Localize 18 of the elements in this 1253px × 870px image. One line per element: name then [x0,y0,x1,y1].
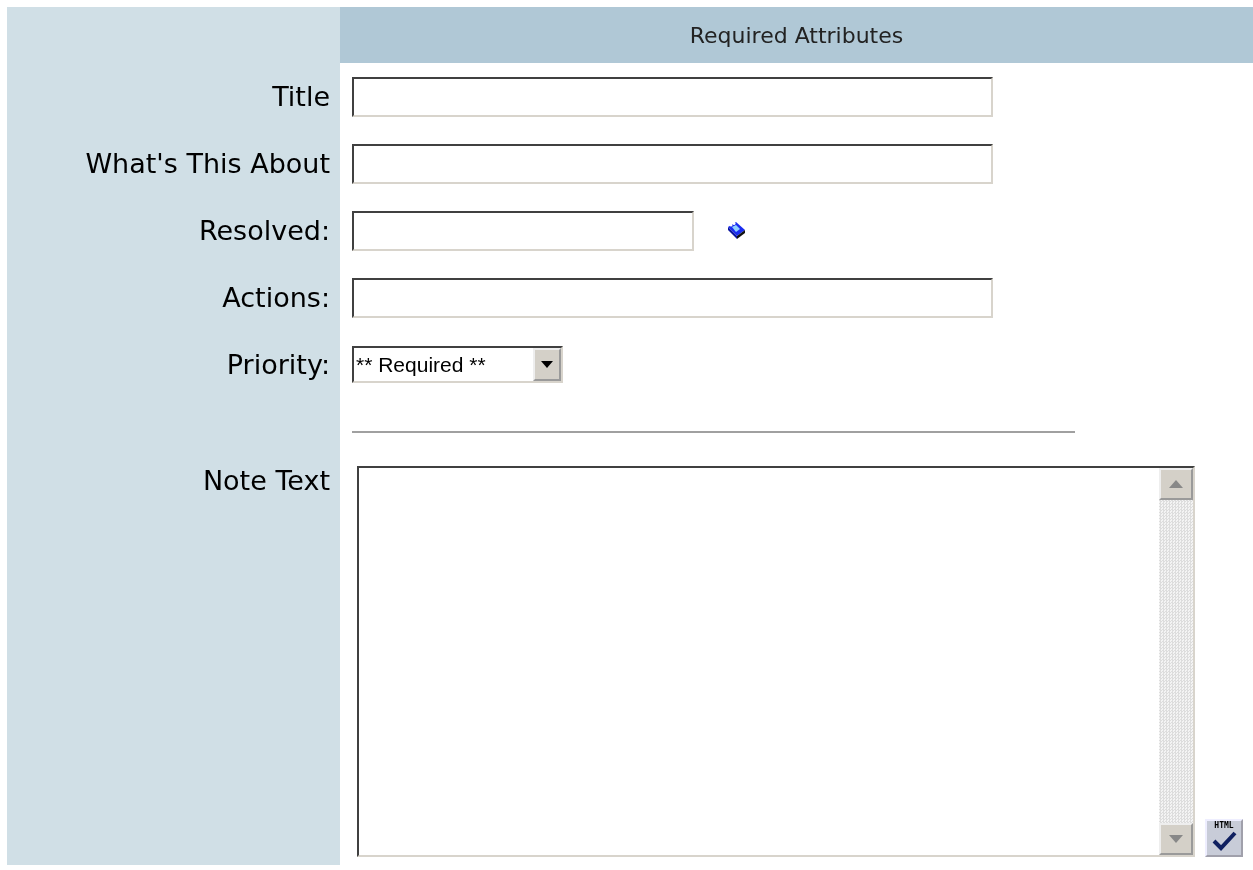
input-field[interactable] [352,277,993,318]
checkmark-icon [1211,831,1237,851]
caret-icon [541,360,553,369]
input-field[interactable] [352,210,694,251]
scroll-down-icon [1169,835,1183,843]
field-label: Title [272,81,330,112]
input-field[interactable] [352,76,993,117]
field-label: Note Text [202,465,330,496]
field-label: What's This About [85,148,330,179]
field-label: Priority: [226,349,330,380]
field-label: Resolved: [198,215,330,246]
scrollbar[interactable] [1159,468,1193,855]
field-label: Actions: [222,282,330,313]
scroll-up-icon [1169,480,1183,488]
input-field[interactable] [352,143,993,184]
priority-dropdown[interactable]: ** Required ** [352,346,563,383]
html-check-button[interactable]: HTML [1205,819,1243,857]
section-header: Required Attributes [340,7,1253,63]
